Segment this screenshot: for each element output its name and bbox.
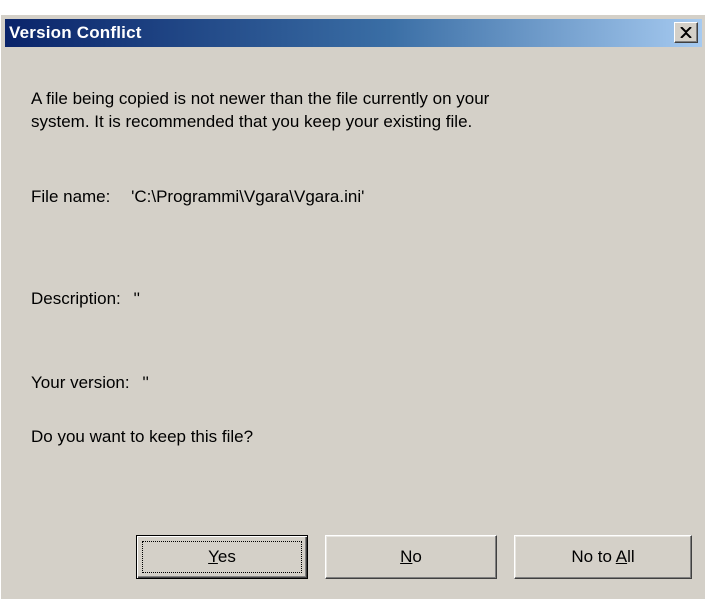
file-name-row: File name: 'C:\Programmi\Vgara\Vgara.ini… (31, 187, 364, 207)
yes-button-label: Yes (208, 547, 236, 566)
close-icon (680, 27, 692, 38)
description-label: Description: (31, 289, 121, 308)
no-to-all-button-label: No to All (571, 547, 635, 566)
keep-file-question: Do you want to keep this file? (31, 427, 254, 446)
close-button[interactable] (674, 22, 698, 43)
conflict-message: A file being copied is not newer than th… (31, 87, 489, 133)
your-version-row: Your version: '' (31, 373, 149, 393)
description-value: '' (133, 289, 141, 308)
no-to-all-button[interactable]: No to All (514, 535, 692, 579)
message-line-1: A file being copied is not newer than th… (31, 89, 490, 108)
no-button-label: No (400, 547, 422, 566)
your-version-value: '' (142, 373, 149, 392)
message-line-2: system. It is recommended that you keep … (31, 112, 473, 131)
title-bar[interactable]: Version Conflict (5, 19, 702, 47)
file-name-value: 'C:\Programmi\Vgara\Vgara.ini' (131, 187, 365, 206)
yes-button[interactable]: Yes (136, 535, 308, 579)
description-row: Description: '' (31, 289, 140, 309)
no-button[interactable]: No (325, 535, 497, 579)
your-version-label: Your version: (31, 373, 130, 392)
file-name-label: File name: (31, 187, 111, 206)
version-conflict-dialog: Version Conflict A file being copied is … (0, 14, 705, 599)
dialog-title: Version Conflict (9, 23, 142, 42)
